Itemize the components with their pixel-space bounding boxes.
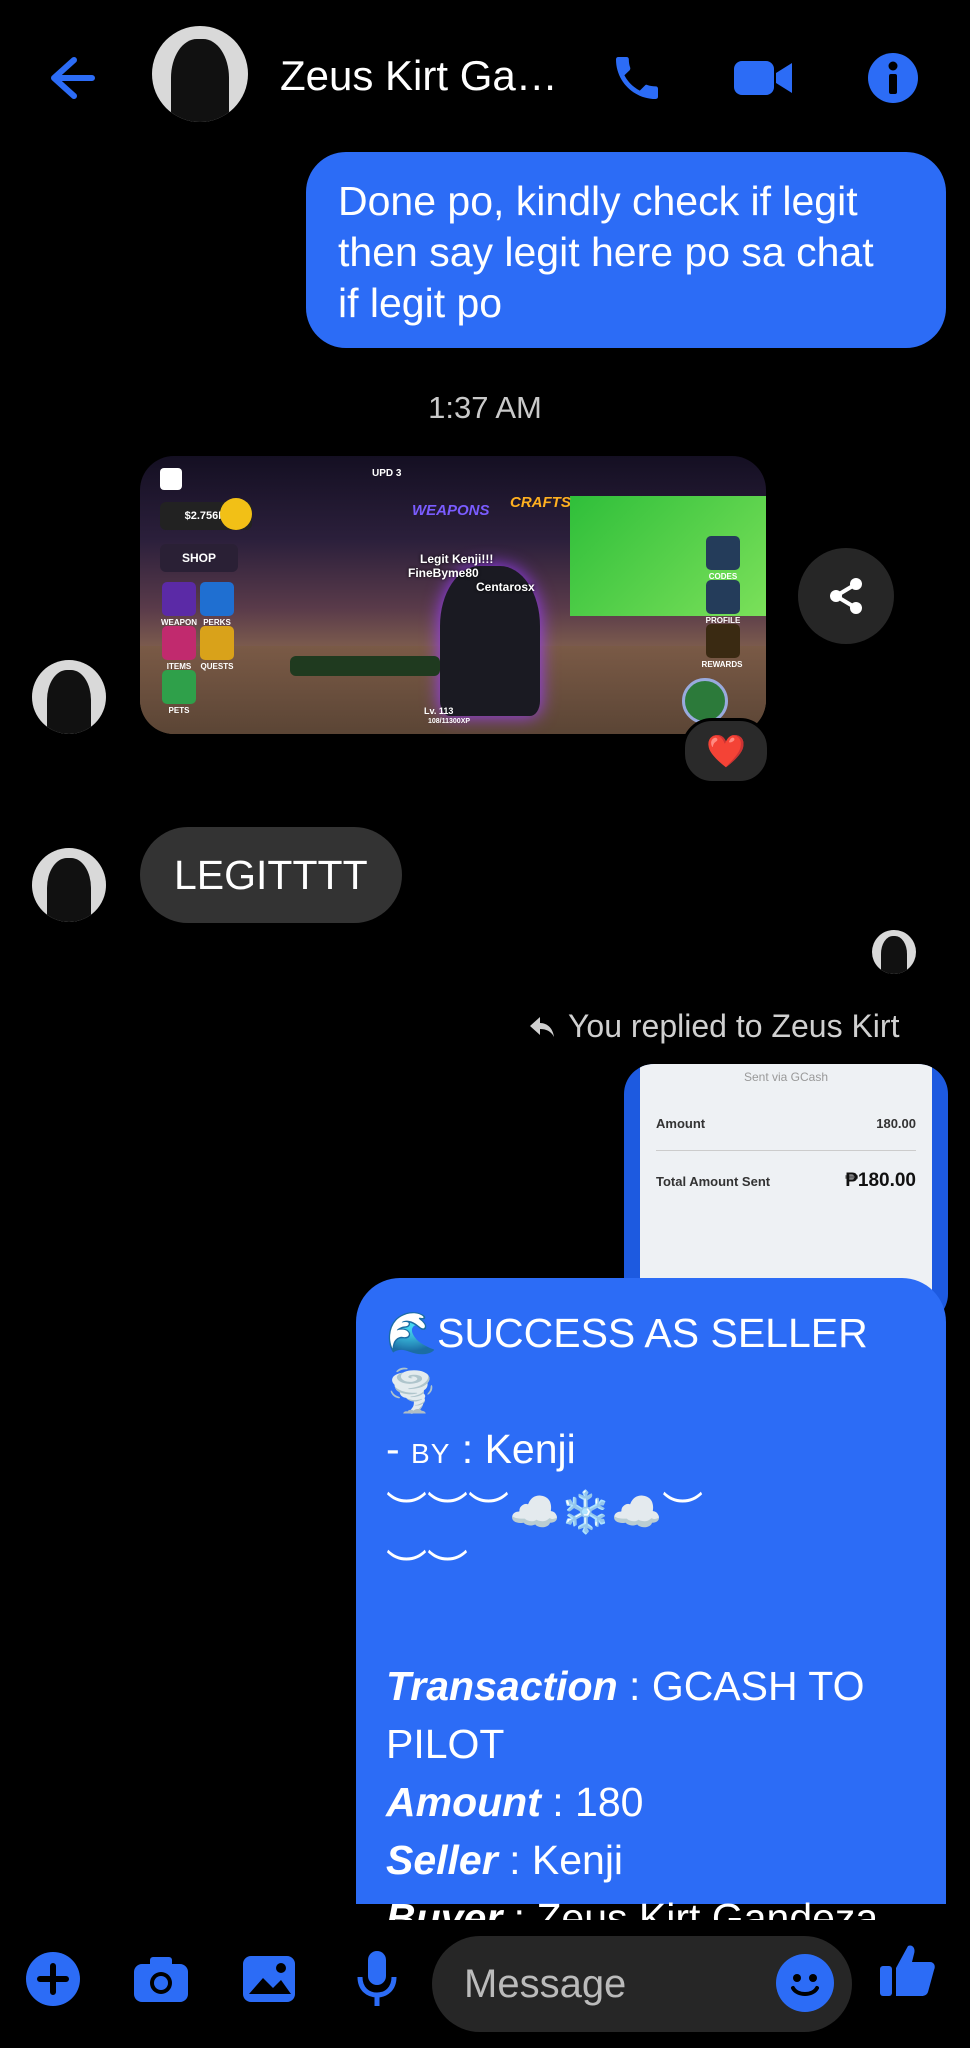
transaction-line: Transaction : GCASH TO PILOT (386, 1663, 865, 1767)
game-banner: WEAPONS (412, 502, 490, 519)
image-attachment[interactable]: UPD 3 $2.756M SHOP WEAPON PERKS ITEMS QU… (140, 456, 766, 734)
paw-icon (162, 670, 196, 704)
seller-line: Seller : Kenji (386, 1837, 624, 1883)
thumbs-up-icon[interactable] (876, 1940, 938, 2002)
reply-label: You replied to Zeus Kirt (568, 1008, 900, 1044)
reply-indicator: You replied to Zeus Kirt (528, 1008, 899, 1045)
coin-icon (220, 498, 252, 530)
receipt-total-value: ₱180.00 (845, 1170, 916, 1191)
roblox-logo-icon (160, 468, 182, 490)
share-icon[interactable] (798, 548, 894, 644)
decoration-line: ︶︶︶☁️❄️☁️︶ (386, 1489, 704, 1535)
contact-name[interactable]: Zeus Kirt Ga… (280, 52, 558, 100)
game-update-label: UPD 3 (372, 468, 402, 479)
plus-icon[interactable] (22, 1948, 84, 2010)
message-line: - BY : Kenji (386, 1426, 576, 1472)
outgoing-message[interactable]: Done po, kindly check if legit then say … (306, 152, 946, 348)
items-icon (162, 626, 196, 660)
timestamp: 1:37 AM (428, 390, 542, 425)
game-level: Lv. 113 (424, 706, 454, 716)
receipt-amount-value: 180.00 (876, 1116, 916, 1131)
reply-arrow-icon (530, 1016, 554, 1037)
codes-icon (706, 536, 740, 570)
game-crocodile (290, 656, 440, 676)
game-label: QUESTS (200, 662, 234, 671)
star-icon (200, 582, 234, 616)
contact-avatar[interactable] (152, 26, 248, 122)
chat-header: Zeus Kirt Ga… (0, 0, 970, 150)
info-icon[interactable] (858, 46, 928, 110)
quests-icon (200, 626, 234, 660)
sender-avatar[interactable] (32, 660, 106, 734)
heart-reaction-icon[interactable]: ❤️ (682, 718, 770, 784)
gallery-icon[interactable] (238, 1948, 300, 2010)
message-line: if legit po (338, 280, 503, 326)
profile-icon (706, 580, 740, 614)
microphone-icon[interactable] (346, 1948, 408, 2010)
message-line: then say legit here po sa chat (338, 229, 874, 275)
player-tag: FineByme80 (408, 566, 479, 580)
receipt-header: Sent via GCash (743, 1070, 829, 1084)
player-tag: Centarosx (476, 580, 535, 594)
game-banner: CRAFTS (510, 494, 571, 511)
amount-line: Amount : 180 (386, 1779, 644, 1825)
message-title: 🌊SUCCESS AS SELLER🌪️ (386, 1310, 868, 1414)
phone-icon[interactable] (602, 46, 672, 110)
player-tag: Legit Kenji!!! (420, 552, 494, 566)
seen-avatar (872, 930, 916, 974)
divider (656, 1150, 916, 1151)
message-line: Done po, kindly check if legit (338, 178, 858, 224)
sword-icon (162, 582, 196, 616)
receipt-total-label: Total Amount Sent (656, 1174, 771, 1189)
game-label: REWARDS (701, 660, 743, 669)
game-shop: SHOP (160, 544, 238, 572)
receipt-amount-label: Amount (656, 1116, 706, 1131)
video-icon[interactable] (728, 46, 798, 110)
back-arrow-icon[interactable] (40, 48, 110, 108)
incoming-message[interactable]: LEGITTTT (140, 827, 402, 923)
decoration-line: ︶︶ (386, 1547, 468, 1593)
camera-icon[interactable] (130, 1948, 192, 2010)
trophy-icon (706, 624, 740, 658)
emoji-icon[interactable] (776, 1954, 834, 2012)
game-label: PETS (168, 706, 190, 715)
sender-avatar[interactable] (32, 848, 106, 922)
outgoing-message[interactable]: 🌊SUCCESS AS SELLER🌪️ - BY : Kenji ︶︶︶☁️❄… (356, 1278, 946, 1941)
game-xp: 108/11300XP (428, 718, 471, 725)
